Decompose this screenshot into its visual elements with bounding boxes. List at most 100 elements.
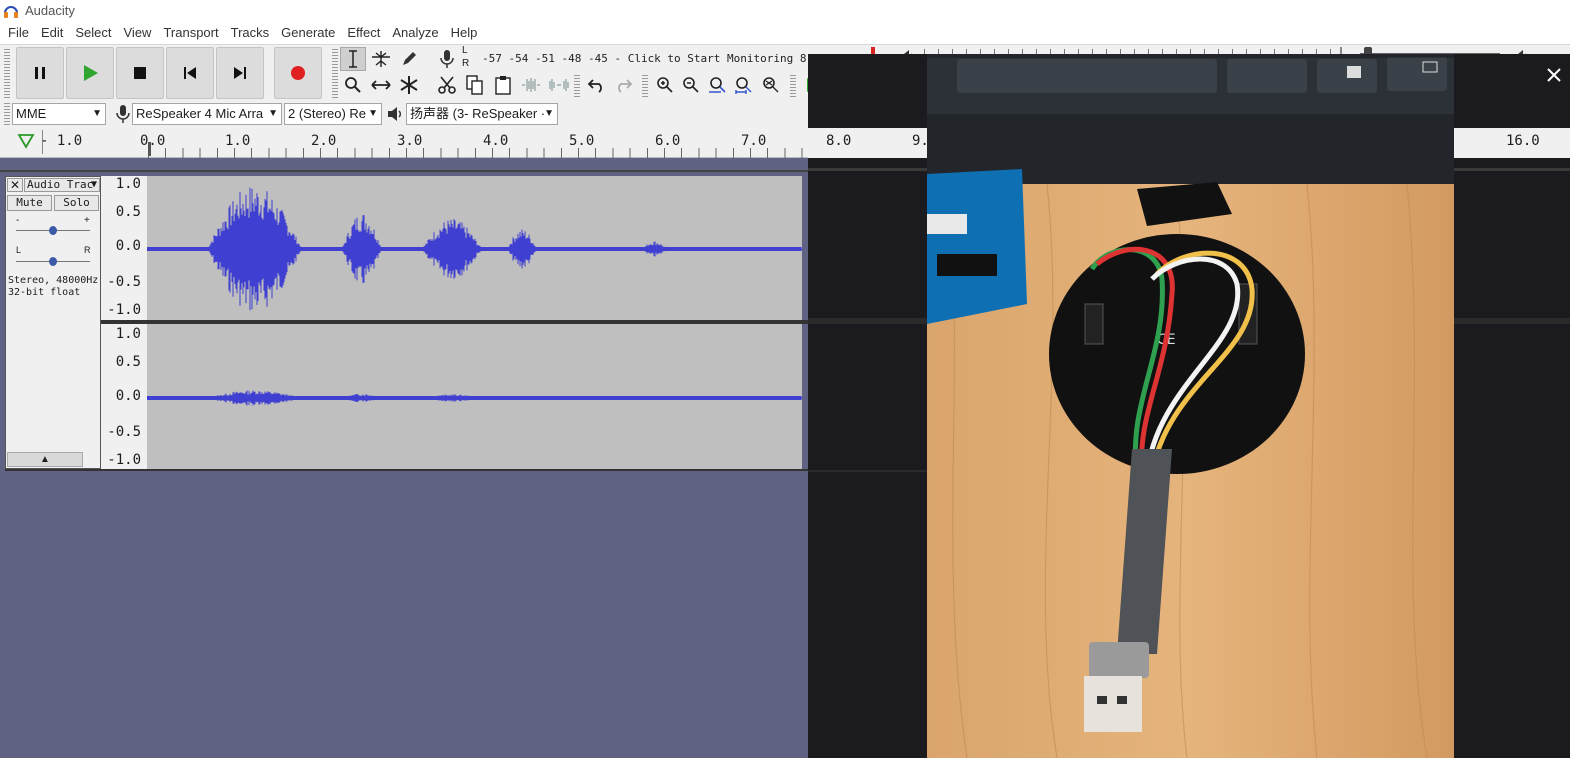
timeline-ruler[interactable]: - 1.0 0.0 1.0 2.0 3.0 4.0 5.0 6.0 7.0 xyxy=(0,128,808,158)
menu-transport[interactable]: Transport xyxy=(157,22,224,44)
menu-generate[interactable]: Generate xyxy=(275,22,341,44)
mute-button[interactable]: Mute xyxy=(7,195,52,211)
timeline-pin-icon[interactable] xyxy=(17,133,35,149)
zoom-out-button[interactable] xyxy=(678,73,704,97)
multi-tool-button[interactable] xyxy=(396,73,422,97)
record-button[interactable] xyxy=(274,47,322,99)
overlay-top-left xyxy=(808,54,927,128)
vruler-label: 1.0 xyxy=(115,176,141,192)
menu-tracks[interactable]: Tracks xyxy=(225,22,276,44)
microphone-icon xyxy=(116,105,130,123)
close-track-button[interactable]: ✕ xyxy=(7,178,23,192)
zoom-toggle-button[interactable] xyxy=(758,73,784,97)
playhead-marker[interactable] xyxy=(148,142,151,156)
vruler-label: 0.5 xyxy=(115,204,141,220)
zoom-out-icon xyxy=(683,77,699,93)
close-viewer-button[interactable] xyxy=(1537,58,1570,92)
menu-select[interactable]: Select xyxy=(69,22,117,44)
chevron-down-icon: ▼ xyxy=(92,108,102,119)
stop-button[interactable] xyxy=(116,47,164,99)
vruler-label: 0.0 xyxy=(115,238,141,254)
recording-channels-value: 2 (Stereo) Re xyxy=(288,106,367,121)
copy-button[interactable] xyxy=(462,73,488,97)
zoom-in-button[interactable] xyxy=(652,73,678,97)
silence-audio-button[interactable] xyxy=(546,73,572,97)
recording-device-value: ReSpeaker 4 Mic Arra xyxy=(136,106,264,121)
photo-arduino-respeaker[interactable]: CE xyxy=(927,54,1454,758)
menu-file[interactable]: File xyxy=(2,22,35,44)
record-meter-mic-button[interactable] xyxy=(434,47,460,71)
menu-analyze[interactable]: Analyze xyxy=(386,22,444,44)
envelope-tool-button[interactable] xyxy=(368,47,394,71)
ruler-tick: 3.0 xyxy=(397,133,423,149)
ruler-tick: 0.0 xyxy=(140,133,166,149)
fit-selection-button[interactable] xyxy=(704,73,730,97)
device-toolbar-grip[interactable] xyxy=(4,103,10,125)
audio-host-select[interactable]: MME ▼ xyxy=(12,103,106,125)
overlay-track-line xyxy=(1454,168,1570,171)
trim-audio-button[interactable] xyxy=(518,73,544,97)
redo-button[interactable] xyxy=(610,73,636,97)
waveform-right-channel[interactable] xyxy=(147,324,802,470)
recording-device-select[interactable]: ReSpeaker 4 Mic Arra ▼ xyxy=(132,103,282,125)
pan-slider-thumb[interactable] xyxy=(49,257,57,266)
track-format-line1: Stereo, 48000Hz xyxy=(8,275,99,286)
waveform-left-channel[interactable] xyxy=(147,176,802,320)
track-name-menu[interactable]: Audio Trac ▼ xyxy=(24,178,100,192)
vruler-label: -1.0 xyxy=(107,302,141,318)
recording-channels-select[interactable]: 2 (Stereo) Re ▼ xyxy=(284,103,382,125)
menu-help[interactable]: Help xyxy=(445,22,484,44)
chevron-down-icon: ▼ xyxy=(268,108,278,119)
play-at-speed-grip[interactable] xyxy=(790,75,796,99)
triangle-up-icon: ▲ xyxy=(40,454,50,465)
overlay-track-line xyxy=(808,470,927,472)
play-button[interactable] xyxy=(66,47,114,99)
undo-button[interactable] xyxy=(584,73,610,97)
audacity-logo-icon xyxy=(4,6,18,18)
gain-slider-thumb[interactable] xyxy=(49,226,57,235)
chevron-down-icon: ▼ xyxy=(368,108,378,119)
pause-button[interactable] xyxy=(16,47,64,99)
zoom-toolbar-grip[interactable] xyxy=(642,75,648,99)
zoom-toggle-icon xyxy=(763,77,779,93)
cut-button[interactable] xyxy=(434,73,460,97)
vertical-ruler-left-channel: 1.0 0.5 0.0 -0.5 -1.0 xyxy=(101,176,147,320)
skip-to-end-button[interactable] xyxy=(216,47,264,99)
edit-toolbar-grip[interactable] xyxy=(574,75,580,99)
time-shift-tool-button[interactable] xyxy=(368,73,394,97)
chevron-down-icon: ▼ xyxy=(544,108,554,119)
pan-left-label: L xyxy=(16,245,22,255)
skip-to-start-icon xyxy=(184,67,196,79)
collapse-track-button[interactable]: ▲ xyxy=(7,452,83,467)
ruler-tick: 7.0 xyxy=(741,133,767,149)
draw-tool-button[interactable] xyxy=(396,47,422,71)
i-beam-icon xyxy=(349,50,357,68)
record-icon xyxy=(291,66,305,80)
tools-toolbar-grip[interactable] xyxy=(332,49,338,99)
menu-effect[interactable]: Effect xyxy=(341,22,386,44)
zoom-tool-button[interactable] xyxy=(340,73,366,97)
selection-tool-button[interactable] xyxy=(340,47,366,71)
waveform-left-svg xyxy=(147,187,802,311)
solo-button[interactable]: Solo xyxy=(54,195,99,211)
ruler-tick: 6.0 xyxy=(655,133,681,149)
playback-device-select[interactable]: 扬声器 (3- ReSpeaker · ▼ xyxy=(406,103,558,125)
overlay-track-line xyxy=(808,318,927,324)
playback-device-speaker xyxy=(382,102,408,126)
menu-view[interactable]: View xyxy=(118,22,158,44)
transport-toolbar-grip[interactable] xyxy=(4,49,10,99)
skip-to-start-button[interactable] xyxy=(166,47,214,99)
audio-host-value: MME xyxy=(16,106,47,121)
fit-project-button[interactable] xyxy=(730,73,756,97)
double-arrow-icon xyxy=(371,80,391,90)
paste-button[interactable] xyxy=(490,73,516,97)
speaker-icon xyxy=(388,107,401,121)
ruler-continuation: 8.0 9. xyxy=(808,128,929,158)
play-icon xyxy=(84,65,98,81)
track-control-panel: ✕ Audio Trac ▼ Mute Solo - + L R Stereo,… xyxy=(5,176,101,469)
ruler-tick: 2.0 xyxy=(311,133,337,149)
menu-edit[interactable]: Edit xyxy=(35,22,69,44)
overlay-track-line xyxy=(1454,318,1570,324)
meter-lr-label-r: R xyxy=(462,58,470,69)
skip-to-end-icon xyxy=(234,67,246,79)
